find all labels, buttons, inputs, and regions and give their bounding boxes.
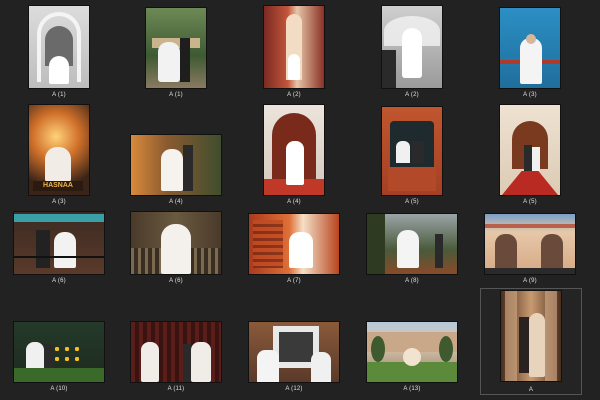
venue-courtyard-photo-icon bbox=[367, 322, 457, 382]
couple-red-carpet-photo-icon bbox=[500, 105, 560, 195]
thumbnail-item[interactable]: A (6) bbox=[0, 208, 118, 285]
thumbnail-caption: A (4) bbox=[287, 199, 301, 205]
bride-stairs-photo-icon bbox=[249, 214, 339, 274]
thumbnail-caption: A (8) bbox=[405, 278, 419, 284]
bride-fence-photo-icon bbox=[131, 212, 221, 274]
bride-blue-wall-photo-icon bbox=[500, 8, 560, 88]
thumbnail-caption: A (13) bbox=[403, 386, 421, 392]
thumbnail-item[interactable]: A (4) bbox=[117, 103, 235, 206]
thumbnail-caption: A (1) bbox=[169, 92, 183, 98]
thumbnail-item[interactable]: A (3) bbox=[471, 4, 589, 99]
bride-veil-photo-icon bbox=[382, 6, 442, 88]
thumbnail-caption: A (9) bbox=[523, 278, 537, 284]
thumbnail-caption: A (3) bbox=[52, 199, 66, 205]
thumbnail-item[interactable]: A (7) bbox=[235, 208, 353, 285]
thumbnail-item[interactable]: A (8) bbox=[353, 208, 471, 285]
couple-curtain-photo-icon bbox=[131, 322, 221, 382]
thumbnail-item[interactable]: A (9) bbox=[471, 208, 589, 285]
thumbnail-caption: A (6) bbox=[52, 278, 66, 284]
bride-doorway-photo-icon bbox=[264, 6, 324, 88]
thumbnail-item[interactable]: A (1) bbox=[0, 4, 118, 99]
thumbnail-item[interactable]: A (2) bbox=[235, 4, 353, 99]
thumbnail-item[interactable]: A (2) bbox=[353, 4, 471, 99]
couple-window-photo-icon bbox=[382, 107, 442, 195]
thumbnail-item[interactable]: A (1) bbox=[117, 4, 235, 99]
thumbnail-caption: A (3) bbox=[523, 92, 537, 98]
thumbnail-item[interactable]: HASNAA A (3) bbox=[0, 103, 118, 206]
thumbnail-caption: A (5) bbox=[405, 199, 419, 205]
couple-portrait-photo-icon bbox=[501, 291, 561, 381]
thumbnail-item[interactable]: A (5) bbox=[471, 103, 589, 206]
thumbnail-caption: A (2) bbox=[287, 92, 301, 98]
thumbnail-item[interactable]: A (10) bbox=[0, 320, 118, 393]
thumbnail-caption: A (2) bbox=[405, 92, 419, 98]
building-facade-photo-icon bbox=[485, 214, 575, 274]
thumbnail-item[interactable]: A (4) bbox=[235, 103, 353, 206]
wedding-arch-photo-icon bbox=[29, 6, 89, 88]
thumbnail-caption: A (7) bbox=[287, 278, 301, 284]
bride-sunset-photo-icon: HASNAA bbox=[29, 105, 89, 195]
couple-flowers-photo-icon bbox=[14, 322, 104, 382]
thumbnail-caption: A (10) bbox=[50, 386, 68, 392]
thumbnail-caption: A (11) bbox=[167, 386, 185, 392]
thumbnail-item-selected[interactable]: A bbox=[480, 288, 582, 395]
couple-garden-photo-icon bbox=[146, 8, 206, 88]
bride-red-door-photo-icon bbox=[264, 105, 324, 195]
couple-trees-photo-icon bbox=[131, 135, 221, 195]
couple-balcony-photo-icon bbox=[14, 212, 104, 274]
thumbnail-item[interactable]: A (5) bbox=[353, 103, 471, 206]
thumbnail-item[interactable]: A (11) bbox=[117, 320, 235, 393]
thumbnail-item[interactable]: A (6) bbox=[117, 208, 235, 285]
couple-lawn-photo-icon bbox=[367, 214, 457, 274]
thumbnail-caption: A (4) bbox=[169, 199, 183, 205]
thumbnail-item[interactable]: A (13) bbox=[353, 320, 471, 393]
thumbnail-caption: A (1) bbox=[52, 92, 66, 98]
thumbnail-item[interactable]: A (12) bbox=[235, 320, 353, 393]
thumbnail-caption: A bbox=[528, 387, 534, 393]
thumbnail-grid: A (1) A (1) A (2) A (2) A (3) HASNAA A (… bbox=[0, 0, 600, 400]
thumbnail-caption: A (6) bbox=[169, 278, 183, 284]
thumbnail-caption: A (12) bbox=[285, 386, 303, 392]
couple-frame-photo-icon bbox=[249, 322, 339, 382]
thumbnail-caption: A (5) bbox=[523, 199, 537, 205]
